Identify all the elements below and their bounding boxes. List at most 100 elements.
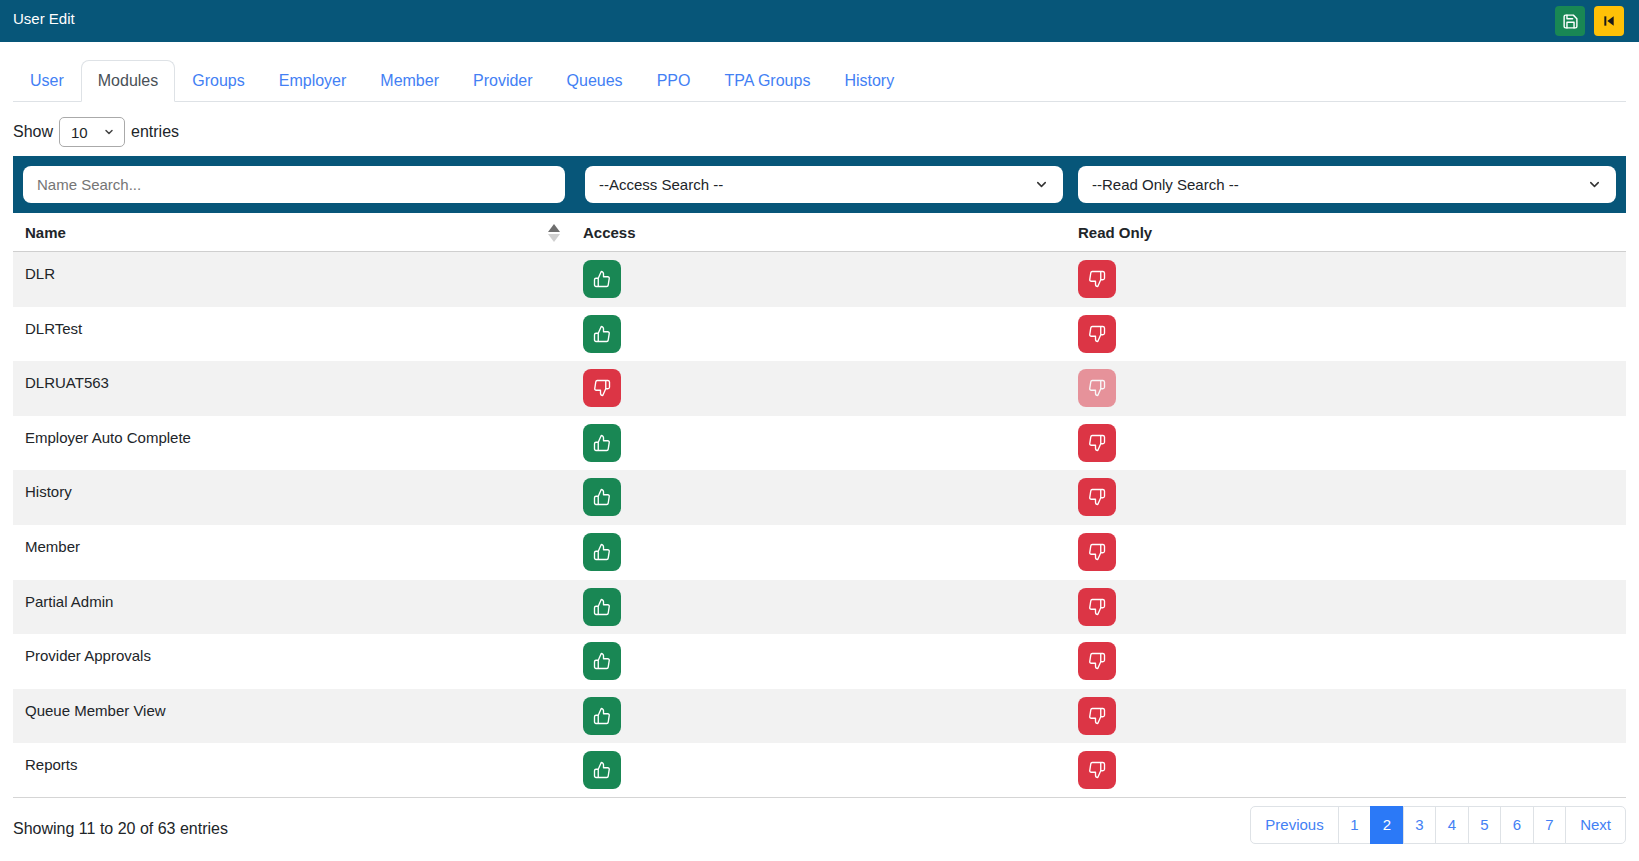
page-button[interactable]: 5 [1468, 806, 1502, 844]
module-name-cell: Member [13, 525, 571, 580]
module-name-cell: DLRTest [13, 307, 571, 362]
readonly-cell [1066, 580, 1626, 635]
access-cell [571, 743, 1066, 797]
column-header-access[interactable]: Access [571, 213, 1066, 251]
thumbs-up-icon[interactable] [583, 424, 621, 462]
thumbs-up-icon[interactable] [583, 533, 621, 571]
access-search-value: --Access Search -- [599, 176, 1034, 193]
table-body: DLR DLRTest [13, 252, 1626, 798]
table-row: Partial Admin [13, 580, 1626, 635]
thumbs-up-icon[interactable] [583, 697, 621, 735]
modules-table: Name Access Read Only DLR [13, 213, 1626, 798]
access-cell [571, 252, 1066, 307]
table-header-row: Name Access Read Only [13, 213, 1626, 252]
chevron-down-icon [1034, 177, 1049, 192]
access-cell [571, 416, 1066, 471]
module-name-cell: Reports [13, 743, 571, 797]
column-header-name[interactable]: Name [13, 213, 571, 251]
table-row: DLR [13, 252, 1626, 307]
page-button[interactable]: 2 [1370, 806, 1404, 844]
access-cell [571, 470, 1066, 525]
top-header-bar: User Edit [0, 0, 1639, 42]
module-name-cell: Employer Auto Complete [13, 416, 571, 471]
tab[interactable]: Modules [81, 60, 175, 102]
topbar-actions [1555, 6, 1624, 36]
readonly-cell [1066, 252, 1626, 307]
entries-count-value: 10 [71, 124, 103, 141]
tab[interactable]: User [13, 60, 81, 102]
entries-label: entries [131, 123, 179, 141]
access-cell [571, 580, 1066, 635]
sort-ascending-icon [548, 224, 560, 242]
thumbs-up-icon[interactable] [583, 478, 621, 516]
tab-bar: User Modules Groups Employer Member Prov… [13, 60, 1626, 102]
show-entries-control: Show 10 entries [13, 117, 1626, 147]
tab[interactable]: Groups [175, 60, 261, 102]
tab[interactable]: TPA Groups [707, 60, 827, 102]
thumbs-down-icon[interactable] [1078, 478, 1116, 516]
page-button[interactable]: Next [1565, 806, 1626, 844]
access-cell [571, 361, 1066, 416]
save-button[interactable] [1555, 6, 1585, 36]
table-row: Employer Auto Complete [13, 416, 1626, 471]
pagination: Previous 1 2 3 4 5 6 7 Next [1250, 806, 1626, 844]
tab[interactable]: Member [363, 60, 456, 102]
readonly-cell [1066, 361, 1626, 416]
page-button[interactable]: 4 [1435, 806, 1469, 844]
thumbs-down-icon[interactable] [1078, 260, 1116, 298]
page-button[interactable]: Previous [1250, 806, 1338, 844]
thumbs-down-icon[interactable] [1078, 424, 1116, 462]
thumbs-up-icon[interactable] [583, 315, 621, 353]
save-icon [1562, 13, 1579, 30]
tab[interactable]: Provider [456, 60, 550, 102]
module-name-cell: History [13, 470, 571, 525]
module-name-cell: Provider Approvals [13, 634, 571, 689]
page-title: User Edit [13, 10, 75, 27]
readonly-cell [1066, 743, 1626, 797]
thumbs-down-icon[interactable] [1078, 533, 1116, 571]
thumbs-down-icon[interactable] [1078, 642, 1116, 680]
thumbs-down-icon[interactable] [1078, 588, 1116, 626]
readonly-cell [1066, 307, 1626, 362]
module-name-cell: Queue Member View [13, 689, 571, 744]
page-button[interactable]: 7 [1533, 806, 1567, 844]
table-row: History [13, 470, 1626, 525]
tab[interactable]: PPO [640, 60, 708, 102]
thumbs-up-icon[interactable] [583, 260, 621, 298]
tab[interactable]: History [827, 60, 911, 102]
module-name-cell: DLR [13, 252, 571, 307]
chevron-down-icon [103, 126, 115, 138]
thumbs-up-icon[interactable] [583, 751, 621, 789]
back-button[interactable] [1594, 6, 1624, 36]
name-search-input[interactable] [23, 166, 565, 203]
column-header-name-label: Name [25, 224, 66, 241]
table-row: Reports [13, 743, 1626, 798]
column-header-readonly-label: Read Only [1078, 224, 1152, 241]
chevron-down-icon [1587, 177, 1602, 192]
table-row: Provider Approvals [13, 634, 1626, 689]
readonly-search-select[interactable]: --Read Only Search -- [1078, 166, 1616, 203]
tab[interactable]: Queues [550, 60, 640, 102]
thumbs-down-icon[interactable] [1078, 369, 1116, 407]
page-button[interactable]: 6 [1500, 806, 1534, 844]
access-cell [571, 634, 1066, 689]
readonly-cell [1066, 525, 1626, 580]
readonly-cell [1066, 470, 1626, 525]
access-search-select[interactable]: --Access Search -- [585, 166, 1063, 203]
show-label: Show [13, 123, 53, 141]
entries-count-select[interactable]: 10 [59, 117, 125, 147]
page-button[interactable]: 1 [1338, 806, 1372, 844]
column-header-readonly[interactable]: Read Only [1066, 213, 1626, 251]
table-row: Member [13, 525, 1626, 580]
thumbs-down-icon[interactable] [1078, 697, 1116, 735]
page-button[interactable]: 3 [1403, 806, 1437, 844]
module-name-cell: DLRUAT563 [13, 361, 571, 416]
thumbs-up-icon[interactable] [583, 588, 621, 626]
thumbs-down-icon[interactable] [583, 369, 621, 407]
showing-entries-status: Showing 11 to 20 of 63 entries [13, 820, 228, 838]
table-row: DLRUAT563 [13, 361, 1626, 416]
thumbs-down-icon[interactable] [1078, 751, 1116, 789]
thumbs-up-icon[interactable] [583, 642, 621, 680]
tab[interactable]: Employer [262, 60, 364, 102]
thumbs-down-icon[interactable] [1078, 315, 1116, 353]
